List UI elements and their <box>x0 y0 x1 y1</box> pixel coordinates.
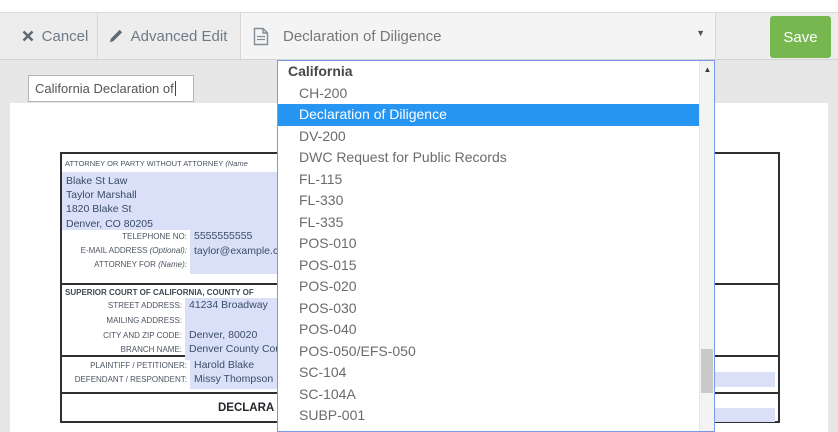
dropdown-scrollbar[interactable]: ▲ <box>699 61 714 431</box>
close-icon <box>22 30 34 42</box>
document-title-value: California Declaration of <box>35 81 174 96</box>
email-label-text: E-MAIL ADDRESS <box>80 246 150 255</box>
email-label-italic: (Optional): <box>149 246 187 255</box>
advanced-edit-label: Advanced Edit <box>130 27 228 45</box>
attorney-for-text: ATTORNEY FOR <box>94 260 159 269</box>
right-column-field[interactable] <box>713 408 775 422</box>
city-zip-label: CITY AND ZIP CODE: <box>103 331 182 340</box>
cancel-label: Cancel <box>41 27 89 45</box>
scrollbar-up-arrow[interactable]: ▲ <box>700 61 714 78</box>
pencil-icon <box>109 29 122 43</box>
dropdown-option[interactable]: SC-104 <box>278 362 699 384</box>
text-cursor <box>174 81 176 96</box>
app-window: Cancel Advanced Edit Declaration of Dili… <box>0 0 838 432</box>
dropdown-option[interactable]: DV-200 <box>278 126 699 148</box>
street-address-label: STREET ADDRESS: <box>107 301 182 310</box>
form-template-select-value: Declaration of Diligence <box>283 27 442 45</box>
email-label: E-MAIL ADDRESS (Optional): <box>62 246 187 255</box>
dropdown-option[interactable]: SUBP-002 <box>278 427 699 432</box>
address-line: Blake St Law <box>66 175 128 187</box>
city-zip-value[interactable]: Denver, 80020 <box>189 329 257 341</box>
address-line: Taylor Marshall <box>66 189 137 202</box>
mailing-address-label: MAILING ADDRESS: <box>106 316 182 325</box>
dropdown-option[interactable]: POS-050/EFS-050 <box>278 341 699 363</box>
dropdown-group-label: California <box>288 63 353 79</box>
toolbar: Cancel Advanced Edit Declaration of Dili… <box>0 12 838 60</box>
dropdown-option[interactable]: POS-020 <box>278 276 699 298</box>
scrollbar-thumb[interactable] <box>701 349 713 393</box>
dropdown-option[interactable]: CH-200 <box>278 83 699 105</box>
top-strip <box>0 0 838 12</box>
phone-label: TELEPHONE NO: <box>122 232 187 241</box>
attorney-for-label: ATTORNEY FOR (Name): <box>62 260 187 269</box>
email-value[interactable]: taylor@example.c <box>194 245 278 257</box>
defendant-value[interactable]: Missy Thompson <box>194 373 273 385</box>
dropdown-option[interactable]: SUBP-001 <box>278 405 699 427</box>
dropdown-option-selected[interactable]: Declaration of Diligence <box>278 104 699 126</box>
branch-name-label: BRANCH NAME: <box>120 345 182 354</box>
cancel-button[interactable]: Cancel <box>12 13 98 59</box>
save-button[interactable]: Save <box>770 16 831 58</box>
attorney-section-header: ATTORNEY OR PARTY WITHOUT ATTORNEY (Name <box>65 159 248 168</box>
form-template-select[interactable]: Declaration of Diligence ▼ <box>240 13 716 59</box>
dropdown-option[interactable]: POS-010 <box>278 233 699 255</box>
address-line: Denver, CO 80205 <box>66 217 153 230</box>
case-number-field[interactable] <box>713 372 775 387</box>
dropdown-option[interactable]: DWC Request for Public Records <box>278 147 699 169</box>
caret-down-icon: ▼ <box>696 28 705 38</box>
dropdown-option[interactable]: FL-115 <box>278 169 699 191</box>
caret-up-icon: ▲ <box>703 65 712 74</box>
street-address-value[interactable]: 41234 Broadway <box>189 299 268 311</box>
dropdown-option[interactable]: POS-030 <box>278 298 699 320</box>
dropdown-option[interactable]: FL-335 <box>278 212 699 234</box>
phone-value[interactable]: 5555555555 <box>194 230 252 242</box>
attorney-address-field[interactable]: Blake St Law Taylor Marshall 1820 Blake … <box>62 172 278 230</box>
dropdown-options: California CH-200 Declaration of Diligen… <box>278 61 699 432</box>
defendant-label: DEFENDANT / RESPONDENT: <box>74 375 187 384</box>
dropdown-option[interactable]: SC-104A <box>278 384 699 406</box>
form-template-dropdown-list: California CH-200 Declaration of Diligen… <box>277 60 715 432</box>
attorney-header-text: ATTORNEY OR PARTY WITHOUT ATTORNEY <box>65 159 226 168</box>
dropdown-option[interactable]: POS-040 <box>278 319 699 341</box>
court-section-header: SUPERIOR COURT OF CALIFORNIA, COUNTY OF <box>65 288 254 297</box>
branch-name-value[interactable]: Denver County Court <box>189 343 288 355</box>
attorney-header-italic: (Name <box>225 159 248 168</box>
address-line: 1820 Blake St <box>66 203 132 216</box>
plaintiff-label: PLAINTIFF / PETITIONER: <box>90 361 187 370</box>
attorney-for-italic: (Name): <box>158 260 187 269</box>
dropdown-option[interactable]: FL-330 <box>278 190 699 212</box>
form-title-text: DECLARA <box>218 402 275 414</box>
document-title-input[interactable]: California Declaration of <box>28 75 194 102</box>
advanced-edit-button[interactable]: Advanced Edit <box>98 13 238 59</box>
save-label: Save <box>783 28 818 46</box>
dropdown-option[interactable]: POS-015 <box>278 255 699 277</box>
file-text-icon <box>253 27 269 45</box>
plaintiff-value[interactable]: Harold Blake <box>194 359 254 371</box>
